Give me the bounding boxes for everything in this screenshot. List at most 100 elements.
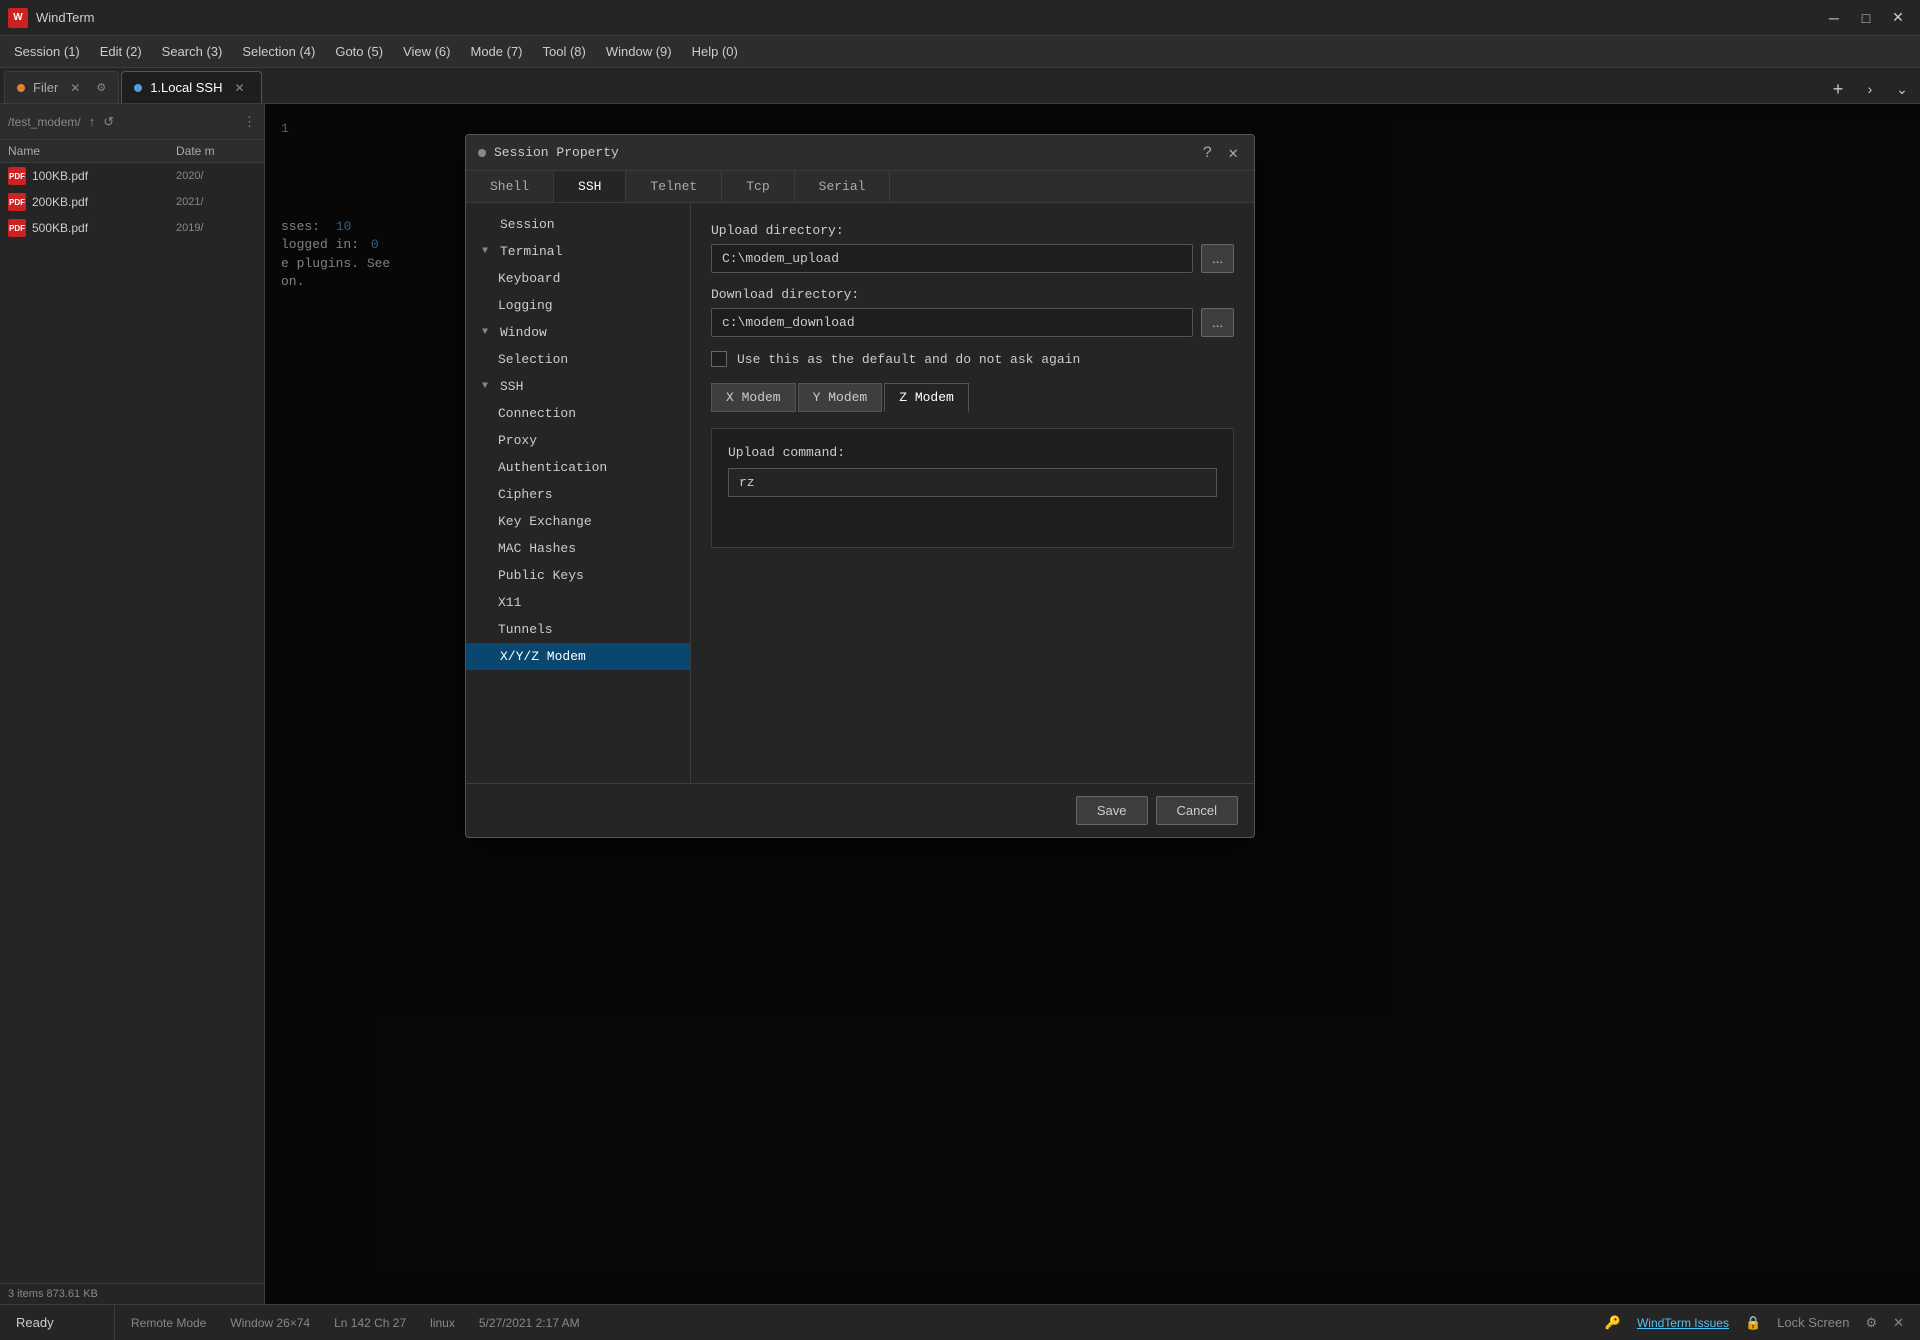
- nav-item-proxy[interactable]: Proxy: [466, 427, 690, 454]
- nav-item-window[interactable]: ▼ Window: [466, 319, 690, 346]
- nav-item-selection[interactable]: Selection: [466, 346, 690, 373]
- menu-item-view[interactable]: View (6): [393, 40, 460, 63]
- tab-close-ssh[interactable]: ✕: [230, 79, 248, 97]
- nav-item-session[interactable]: Session: [466, 211, 690, 238]
- dialog-close-button[interactable]: ✕: [1224, 141, 1242, 165]
- dialog-tab-ssh[interactable]: SSH: [554, 171, 626, 202]
- dialog-footer: Save Cancel: [466, 783, 1254, 837]
- dialog-tab-telnet[interactable]: Telnet: [626, 171, 722, 202]
- default-checkbox-row: Use this as the default and do not ask a…: [711, 351, 1234, 367]
- nav-label-terminal: Terminal: [500, 244, 562, 259]
- file-name-2: 200KB.pdf: [32, 195, 170, 209]
- nav-label-x11: X11: [498, 595, 521, 610]
- nav-arrow-ssh: ▼: [482, 381, 494, 392]
- menu-item-mode[interactable]: Mode (7): [460, 40, 532, 63]
- tab-close-filer[interactable]: ✕: [66, 79, 84, 97]
- app-logo: W: [8, 8, 28, 28]
- nav-item-ssh[interactable]: ▼ SSH: [466, 373, 690, 400]
- nav-arrow-window: ▼: [482, 327, 494, 338]
- download-dir-browse[interactable]: ...: [1201, 308, 1234, 337]
- modem-tab-z[interactable]: Z Modem: [884, 383, 969, 412]
- modem-tabs: X Modem Y Modem Z Modem: [711, 383, 1234, 412]
- download-dir-row: ...: [711, 308, 1234, 337]
- default-checkbox-label: Use this as the default and do not ask a…: [737, 352, 1080, 367]
- file-date-3: 2019/: [176, 222, 256, 234]
- menu-item-window[interactable]: Window (9): [596, 40, 682, 63]
- menu-item-selection[interactable]: Selection (4): [232, 40, 325, 63]
- file-name-3: 500KB.pdf: [32, 221, 170, 235]
- menu-item-help[interactable]: Help (0): [682, 40, 748, 63]
- status-gear-icon[interactable]: ⚙: [1865, 1315, 1877, 1331]
- menu-item-goto[interactable]: Goto (5): [325, 40, 393, 63]
- nav-item-authentication[interactable]: Authentication: [466, 454, 690, 481]
- nav-label-session: Session: [500, 217, 555, 232]
- menu-item-session[interactable]: Session (1): [4, 40, 90, 63]
- status-ready: Ready: [0, 1305, 115, 1340]
- dialog-help-button[interactable]: ?: [1199, 142, 1217, 164]
- nav-item-key-exchange[interactable]: Key Exchange: [466, 508, 690, 535]
- list-item[interactable]: PDF 500KB.pdf 2019/: [0, 215, 264, 241]
- dialog-tabs: Shell SSH Telnet Tcp Serial: [466, 171, 1254, 203]
- new-tab-button[interactable]: +: [1824, 75, 1852, 103]
- nav-item-mac-hashes[interactable]: MAC Hashes: [466, 535, 690, 562]
- file-panel-path: /test_modem/: [8, 115, 81, 129]
- main-area: /test_modem/ ↑ ↺ ⋮ Name Date m PDF 100KB…: [0, 104, 1920, 1304]
- nav-label-ssh: SSH: [500, 379, 523, 394]
- menu-item-tool[interactable]: Tool (8): [533, 40, 596, 63]
- nav-label-keyboard: Keyboard: [498, 271, 560, 286]
- tab-ssh[interactable]: 1.Local SSH ✕: [121, 71, 261, 103]
- file-icon-pdf: PDF: [8, 167, 26, 185]
- maximize-button[interactable]: □: [1852, 4, 1880, 32]
- file-panel-back[interactable]: ↑: [89, 114, 96, 129]
- nav-item-keyboard[interactable]: Keyboard: [466, 265, 690, 292]
- nav-label-mac-hashes: MAC Hashes: [498, 541, 576, 556]
- download-dir-input[interactable]: [711, 308, 1193, 337]
- file-panel-menu[interactable]: ⋮: [243, 114, 256, 130]
- menu-item-search[interactable]: Search (3): [152, 40, 233, 63]
- save-button[interactable]: Save: [1076, 796, 1148, 825]
- tab-settings-filer[interactable]: ⚙: [96, 81, 106, 94]
- upload-dir-browse[interactable]: ...: [1201, 244, 1234, 273]
- dialog: Session Property ? ✕ Shell SSH Telnet Tc…: [465, 134, 1255, 838]
- nav-item-logging[interactable]: Logging: [466, 292, 690, 319]
- status-close-icon[interactable]: ✕: [1893, 1315, 1904, 1331]
- tab-filer[interactable]: Filer ✕ ⚙: [4, 71, 119, 103]
- file-panel-header: Name Date m: [0, 140, 264, 163]
- windterm-issues-link[interactable]: WindTerm Issues: [1637, 1316, 1729, 1330]
- close-button[interactable]: ✕: [1884, 4, 1912, 32]
- nav-label-ciphers: Ciphers: [498, 487, 553, 502]
- nav-arrow-terminal: ▼: [482, 246, 494, 257]
- nav-item-xyz-modem[interactable]: X/Y/Z Modem: [466, 643, 690, 670]
- terminal-area[interactable]: 1 sses: 10 logged in: 0 e plugins. See o…: [265, 104, 1920, 1304]
- dialog-tab-serial[interactable]: Serial: [795, 171, 891, 202]
- nav-item-terminal[interactable]: ▼ Terminal: [466, 238, 690, 265]
- upload-section: Upload command:: [711, 428, 1234, 548]
- dialog-tab-shell[interactable]: Shell: [466, 171, 554, 202]
- default-checkbox[interactable]: [711, 351, 727, 367]
- tab-dot-filer: [17, 84, 25, 92]
- nav-item-ciphers[interactable]: Ciphers: [466, 481, 690, 508]
- nav-item-x11[interactable]: X11: [466, 589, 690, 616]
- nav-item-connection[interactable]: Connection: [466, 400, 690, 427]
- list-item[interactable]: PDF 100KB.pdf 2020/: [0, 163, 264, 189]
- file-date-1: 2020/: [176, 170, 256, 182]
- nav-label-authentication: Authentication: [498, 460, 607, 475]
- modem-tab-x[interactable]: X Modem: [711, 383, 796, 412]
- list-item[interactable]: PDF 200KB.pdf 2021/: [0, 189, 264, 215]
- upload-command-input[interactable]: [728, 468, 1217, 497]
- nav-label-key-exchange: Key Exchange: [498, 514, 592, 529]
- nav-label-public-keys: Public Keys: [498, 568, 584, 583]
- minimize-button[interactable]: ─: [1820, 4, 1848, 32]
- tab-chevron-down[interactable]: ⌄: [1888, 75, 1916, 103]
- cancel-button[interactable]: Cancel: [1156, 796, 1238, 825]
- status-os: linux: [430, 1316, 455, 1330]
- tab-chevron-right[interactable]: ›: [1856, 75, 1884, 103]
- dialog-tab-tcp[interactable]: Tcp: [722, 171, 794, 202]
- nav-item-tunnels[interactable]: Tunnels: [466, 616, 690, 643]
- upload-dir-input[interactable]: [711, 244, 1193, 273]
- menu-item-edit[interactable]: Edit (2): [90, 40, 152, 63]
- file-panel-refresh[interactable]: ↺: [103, 114, 114, 130]
- modem-tab-y[interactable]: Y Modem: [798, 383, 883, 412]
- file-name-1: 100KB.pdf: [32, 169, 170, 183]
- nav-item-public-keys[interactable]: Public Keys: [466, 562, 690, 589]
